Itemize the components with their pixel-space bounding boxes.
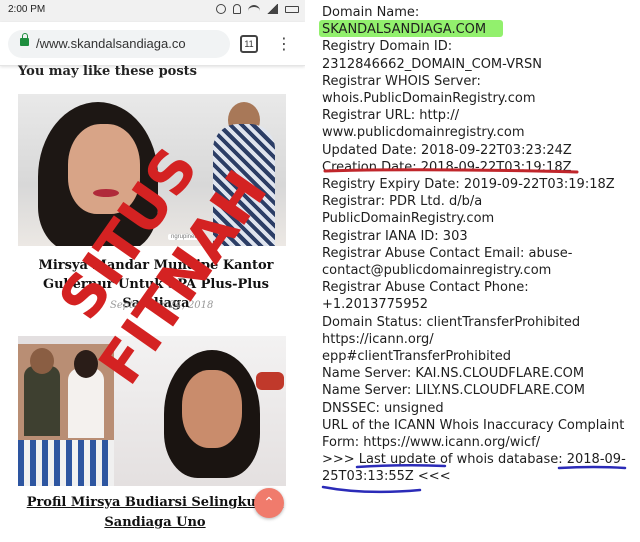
whois-line: DNSSEC: unsigned bbox=[322, 400, 444, 416]
url-text: /www.skandalsandiaga.co bbox=[36, 36, 186, 51]
whois-line: Registrar: PDR Ltd. d/b/a bbox=[322, 194, 483, 210]
whois-line: Registrar Abuse Contact Email: abuse- bbox=[322, 245, 573, 261]
whois-line: Domain Status: clientTransferProhibited bbox=[322, 314, 581, 330]
whois-line: Registry Domain ID: bbox=[322, 39, 453, 55]
mute-icon bbox=[233, 4, 241, 14]
whois-line: www.publicdomainregistry.com bbox=[322, 125, 525, 141]
photo-face bbox=[182, 370, 242, 448]
whois-line: epp#clientTransferProhibited bbox=[322, 349, 512, 364]
signal-icon bbox=[267, 4, 278, 14]
post-date: September 24, 2018 bbox=[110, 300, 214, 311]
whois-line: >>> Last update of whois database: 2018-… bbox=[322, 452, 626, 468]
photo-person-head bbox=[30, 348, 54, 374]
whois-line: 25T03:13:55Z <<< bbox=[322, 469, 451, 485]
whois-line: Registrar URL: http:// bbox=[322, 108, 460, 124]
whois-line: Registrar IANA ID: 303 bbox=[322, 228, 468, 244]
photo-toy-car bbox=[256, 372, 284, 390]
photo-person bbox=[68, 368, 104, 438]
whois-line: Domain Name: bbox=[322, 5, 420, 20]
alarm-icon bbox=[216, 4, 226, 14]
tab-switcher-button[interactable]: 11 bbox=[240, 35, 258, 53]
post-thumbnail[interactable]: ngrupinet bbox=[18, 94, 286, 246]
whois-line: +1.2013775952 bbox=[322, 297, 429, 313]
whois-line: Registry Expiry Date: 2019-09-22T03:19:1… bbox=[322, 177, 615, 192]
whois-line: Name Server: KAI.NS.CLOUDFLARE.COM bbox=[322, 366, 585, 382]
battery-icon bbox=[285, 5, 299, 13]
whois-line: whois.PublicDomainRegistry.com bbox=[322, 91, 536, 106]
status-icons bbox=[216, 4, 299, 14]
whois-line: Creation Date: 2018-09-22T03:19:18Z bbox=[322, 159, 572, 175]
lock-icon bbox=[20, 33, 29, 46]
whois-line: Registrar WHOIS Server: bbox=[322, 73, 481, 89]
status-bar: 2:00 PM bbox=[0, 0, 305, 22]
phone-screenshot: 2:00 PM /www.skandalsandiaga.co 11 ⋮ You… bbox=[0, 0, 305, 542]
post-thumbnail[interactable] bbox=[18, 336, 286, 486]
whois-line: Name Server: LILY.NS.CLOUDFLARE.COM bbox=[322, 383, 585, 399]
browser-toolbar: /www.skandalsandiaga.co 11 ⋮ bbox=[0, 22, 305, 66]
address-bar[interactable]: /www.skandalsandiaga.co bbox=[8, 30, 230, 58]
photo-person-head bbox=[74, 350, 98, 378]
photo-person bbox=[24, 366, 60, 436]
photo-flag-stripes bbox=[18, 440, 114, 486]
photo-detail bbox=[93, 189, 119, 197]
whois-record-panel: Domain Name: SKANDALSANDIAGA.COM Registry … bbox=[305, 0, 640, 542]
wifi-icon bbox=[248, 4, 260, 14]
section-title: You may like these posts bbox=[18, 64, 197, 79]
whois-line: contact@publicdomainregistry.com bbox=[322, 263, 552, 278]
whois-line: SKANDALSANDIAGA.COM bbox=[322, 22, 487, 38]
update-time-underline bbox=[321, 485, 422, 494]
whois-line: URL of the ICANN Whois Inaccuracy Compla… bbox=[322, 417, 625, 433]
whois-line: 2312846662_DOMAIN_COM-VRSN bbox=[322, 56, 542, 72]
whois-line: Form: https://www.icann.org/wicf/ bbox=[322, 435, 541, 450]
whois-line: PublicDomainRegistry.com bbox=[322, 211, 495, 227]
image-credit-badge: ngrupinet bbox=[168, 234, 200, 240]
status-time: 2:00 PM bbox=[8, 4, 46, 15]
more-options-icon[interactable]: ⋮ bbox=[276, 34, 292, 54]
photo-person-shirt bbox=[213, 124, 275, 246]
whois-line: Updated Date: 2018-09-22T03:23:24Z bbox=[322, 142, 572, 158]
scroll-to-top-button[interactable]: ⌃ bbox=[254, 488, 284, 518]
page-content: You may like these posts ngrupinet Mirsy… bbox=[0, 64, 305, 542]
photo-face bbox=[68, 124, 140, 214]
whois-line: https://icann.org/ bbox=[322, 331, 434, 347]
whois-line: Registrar Abuse Contact Phone: bbox=[322, 280, 529, 296]
